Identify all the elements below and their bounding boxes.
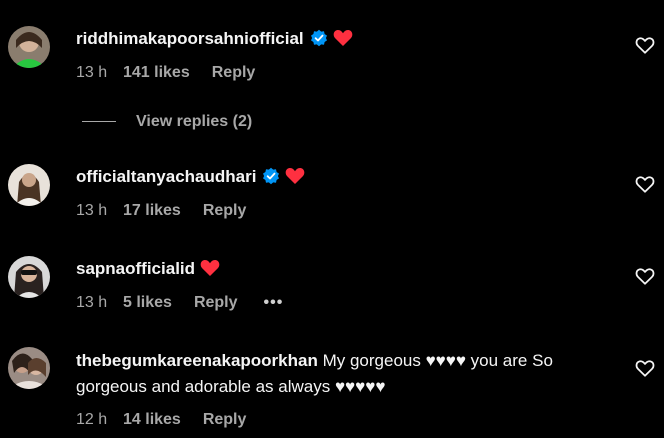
heart-outline-icon[interactable] [634,34,656,56]
heart-outline-icon[interactable] [634,173,656,195]
verified-badge-icon [310,29,328,55]
comment-username[interactable]: riddhimakapoorsahniofficial [76,29,304,48]
avatar[interactable] [8,26,50,68]
comment-username[interactable]: thebegumkareenakapoorkhan [76,351,318,370]
view-replies-button[interactable]: View replies (2) [82,112,252,132]
comment-timestamp[interactable]: 13 h [76,63,123,83]
comment-username[interactable]: officialtanyachaudhari [76,167,256,186]
red-heart-emoji-icon [333,29,353,55]
divider [82,121,116,123]
comment-timestamp[interactable]: 13 h [76,201,123,221]
view-replies-label: View replies (2) [136,113,253,130]
avatar[interactable] [8,256,50,298]
heart-outline-icon[interactable] [634,265,656,287]
reply-button[interactable]: Reply [203,201,247,221]
comment-timestamp[interactable]: 13 h [76,293,123,313]
comments-list: riddhimakapoorsahniofficial 13 h 141 like… [0,0,664,438]
comment-timestamp[interactable]: 12 h [76,410,123,430]
avatar[interactable] [8,347,50,389]
red-heart-emoji-icon [200,259,220,285]
heart-outline-icon[interactable] [634,357,656,379]
reply-button[interactable]: Reply [194,293,238,313]
comment-likes[interactable]: 17 likes [123,201,181,221]
red-heart-emoji-icon [285,167,305,193]
comment-likes[interactable]: 14 likes [123,410,181,430]
reply-button[interactable]: Reply [203,410,247,430]
avatar[interactable] [8,164,50,206]
verified-badge-icon [262,167,280,193]
more-options-icon[interactable]: ••• [264,293,284,313]
comment-likes[interactable]: 5 likes [123,293,172,313]
comment-username[interactable]: sapnaofficialid [76,259,195,278]
reply-button[interactable]: Reply [212,63,256,83]
comment-likes[interactable]: 141 likes [123,63,190,83]
